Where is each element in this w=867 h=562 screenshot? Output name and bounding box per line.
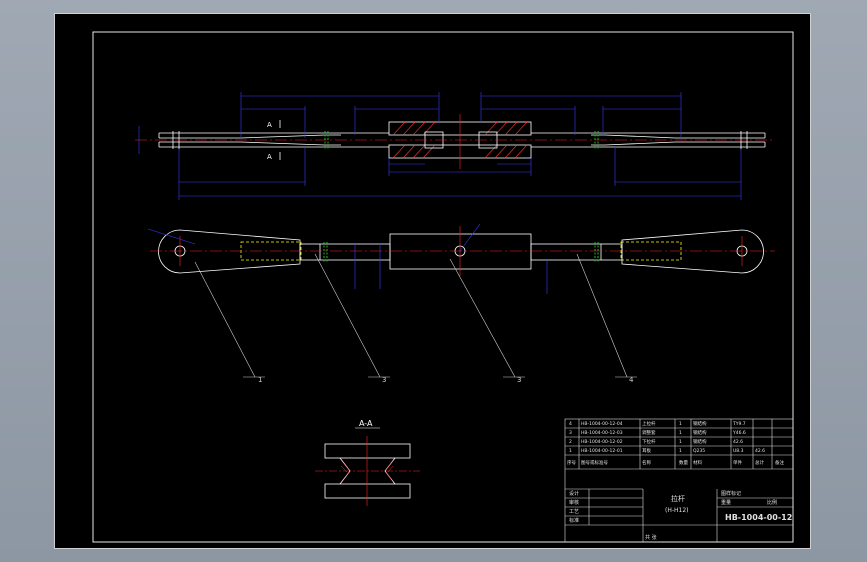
front-dimensions [147,223,548,294]
drawing-number: HB-1004-00-12 [725,513,792,522]
bom-cell: 上拉杆 [642,420,656,427]
bom-cell: Y46.6 [732,430,746,436]
label-weight: 重量 [721,499,731,506]
bom-header-cell: 数量 [679,459,688,466]
bom-cell: HB-1004-00-12-02 [581,439,623,445]
cad-drawing: A A 1 3 3 4 A-A 4 HB-1004-00-12-04 上拉杆 1… [92,31,794,543]
section-marks: A A [267,120,281,161]
title-block [564,418,794,543]
drawing-sheet: A A 1 3 3 4 A-A 4 HB-1004-00-12-04 上拉杆 1… [54,13,811,549]
section-view: A-A [315,419,420,506]
bom-header-cell: 备注 [775,459,784,466]
section-mark-a-bottom: A [267,153,272,161]
bom-cell: 耳板 [642,447,651,454]
bom-cell: HB-1004-00-12-04 [581,421,623,427]
bom-cell: 钢结构 [693,420,707,427]
bom-cell: 42.6 [755,448,765,454]
bom-cell: 1 [679,439,682,445]
bom-cell: 3 [569,430,572,436]
bom-cell: 钢结构 [693,429,707,436]
bom-table: 4 HB-1004-00-12-04 上拉杆 1 钢结构 TY9.7 3 HB-1004-00… [567,420,784,466]
bom-header-cell: 材料 [693,459,702,466]
bom-cell: 调整套 [642,429,656,436]
drawing-title: 拉杆 [671,494,685,503]
label-process: 工艺 [569,509,579,515]
label-design: 设计 [569,490,579,497]
bom-header-cell: 序号 [567,459,576,466]
balloon-4: 4 [629,376,634,384]
section-mark-a-top: A [267,121,272,129]
label-check: 审核 [569,499,579,506]
label-mark: 图样标记 [721,490,741,497]
label-standard: 标准 [569,517,579,524]
drawing-subtitle: (H-H12) [665,507,689,514]
label-scale: 比例 [767,499,777,506]
bom-cell: 1 [679,421,682,427]
section-label: A-A [359,419,373,428]
balloon-3b: 3 [517,376,521,384]
bom-cell: 钢结构 [693,438,707,445]
bom-cell: HB-1004-00-12-03 [581,430,623,436]
front-thread-marks [323,242,599,262]
bom-cell: 1 [679,430,682,436]
balloon-1: 1 [258,376,262,384]
bom-cell: 42.6 [733,439,743,445]
bom-cell: 1 [679,448,682,454]
bom-cell: TY9.7 [732,421,746,427]
bom-cell: 下拉杆 [642,438,656,445]
bom-cell: U8.3 [733,448,744,454]
inner-frame [92,31,794,543]
label-sheets: 共 张 [645,534,657,541]
bom-cell: 2 [569,439,572,445]
bom-header-cell: 总计 [755,459,764,466]
bom-header-cell: 单件 [733,459,742,466]
front-view [158,229,764,274]
balloons: 1 3 3 4 [258,376,634,384]
bom-cell: 4 [569,421,572,427]
balloon-leaders [194,253,637,378]
bom-header-cell: 名称 [642,459,651,466]
bom-cell: Q235 [693,448,705,454]
bom-header-cell: 图号或标准号 [581,459,608,466]
bom-cell: HB-1004-00-12-01 [581,448,623,454]
balloon-3a: 3 [382,376,386,384]
bom-cell: 1 [569,448,572,454]
